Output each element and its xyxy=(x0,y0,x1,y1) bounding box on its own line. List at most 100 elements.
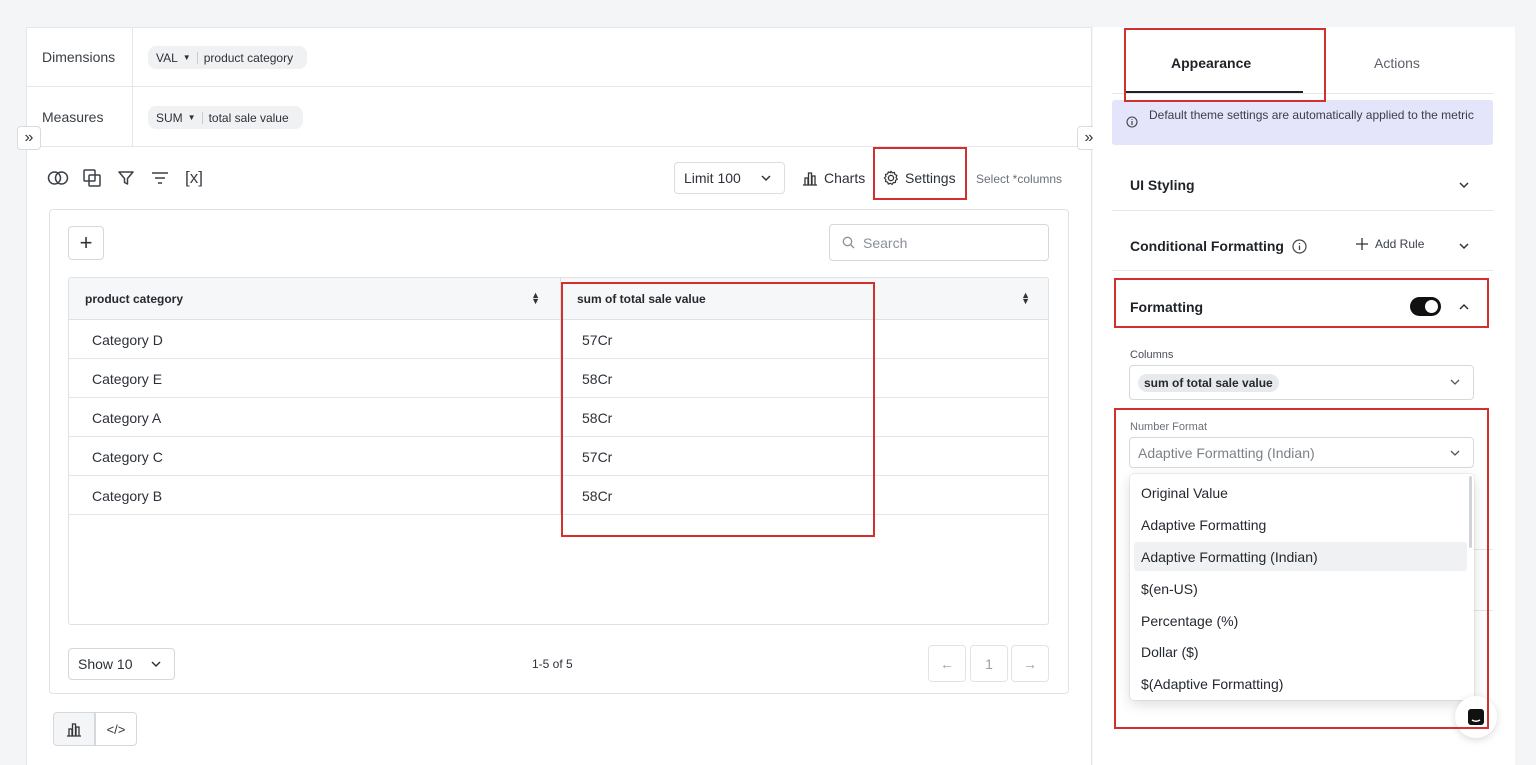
page-size-select[interactable]: Show 10 xyxy=(68,648,175,680)
settings-button[interactable]: Settings xyxy=(883,166,956,190)
section-divider xyxy=(1474,549,1493,550)
variable-icon[interactable]: [x] xyxy=(182,167,206,189)
next-page-icon[interactable]: → xyxy=(1011,645,1049,682)
dropdown-option[interactable]: Original Value xyxy=(1134,478,1467,507)
select-columns-link[interactable]: Select *columns xyxy=(976,172,1062,186)
table-row[interactable]: Category A 58Cr xyxy=(69,398,1048,437)
table-cell: Category A xyxy=(92,409,162,426)
chevron-up-icon[interactable] xyxy=(1458,302,1470,312)
dimension-pill[interactable]: VAL ▼ product category xyxy=(148,46,308,69)
column-header-label: product category xyxy=(85,291,184,306)
chat-support-button[interactable] xyxy=(1455,696,1497,738)
table-row[interactable]: Category C 57Cr xyxy=(69,437,1048,476)
measure-agg[interactable]: SUM xyxy=(156,111,183,125)
prev-page-icon[interactable]: ← xyxy=(928,645,966,682)
add-rule-button[interactable]: Add Rule xyxy=(1355,237,1424,251)
table-cell: Category C xyxy=(92,448,163,465)
selected-column-chip: sum of total sale value xyxy=(1138,374,1279,392)
info-icon xyxy=(1126,116,1138,128)
tab-divider xyxy=(1112,93,1493,94)
pagination-info: 1-5 of 5 xyxy=(532,657,573,671)
show-value: 10 xyxy=(116,656,133,672)
conditional-formatting-label: Conditional Formatting xyxy=(1130,238,1284,254)
plus-icon xyxy=(1355,237,1369,251)
search-input[interactable]: Search xyxy=(829,224,1049,261)
page-number[interactable]: 1 xyxy=(970,645,1008,682)
table-cell: Category B xyxy=(92,487,163,504)
settings-label: Settings xyxy=(905,170,956,186)
measures-label: Measures xyxy=(26,87,133,146)
dropdown-option[interactable]: $(Adaptive Formatting) xyxy=(1134,669,1467,698)
add-button[interactable]: + xyxy=(68,226,104,260)
chart-icon xyxy=(802,170,818,186)
section-divider xyxy=(1112,210,1493,211)
sort-icon[interactable]: ▲ ▼ xyxy=(531,291,540,306)
table-cell: 58Cr xyxy=(582,370,613,387)
formatting-header[interactable]: Formatting xyxy=(1130,299,1203,315)
dimension-field: product category xyxy=(203,50,294,65)
caret-down-icon[interactable]: ▼ xyxy=(188,113,196,122)
chevron-down-icon[interactable] xyxy=(1458,180,1470,190)
sort-icon[interactable]: ▲ ▼ xyxy=(1021,291,1030,306)
limit-label: Limit xyxy=(684,170,714,186)
column-header-sum-total-sale-value[interactable]: sum of total sale value ▲ ▼ xyxy=(560,278,1048,320)
number-format-select[interactable]: Adaptive Formatting (Indian) xyxy=(1129,437,1474,468)
dropdown-option-highlighted[interactable]: Adaptive Formatting (Indian) xyxy=(1134,542,1467,571)
info-icon[interactable] xyxy=(1292,238,1307,254)
tab-actions[interactable]: Actions xyxy=(1374,55,1420,71)
tab-appearance[interactable]: Appearance xyxy=(1171,55,1251,71)
chevron-down-icon[interactable] xyxy=(1458,241,1470,251)
columns-label: Columns xyxy=(1130,349,1174,361)
caret-down-icon[interactable]: ▼ xyxy=(183,53,191,62)
section-divider xyxy=(1112,270,1493,271)
charts-label: Charts xyxy=(824,170,866,186)
chevron-down-icon xyxy=(760,172,772,184)
gear-icon xyxy=(883,170,899,186)
measure-pill[interactable]: SUM ▼ total sale value xyxy=(148,106,303,129)
join-icon[interactable] xyxy=(47,167,69,189)
table-cell: 58Cr xyxy=(582,409,613,426)
data-table: product category ▲ ▼ sum of total sale va… xyxy=(68,277,1049,625)
formatting-toggle[interactable] xyxy=(1410,297,1441,316)
table-cell: Category E xyxy=(92,370,163,387)
dimensions-label: Dimensions xyxy=(26,27,133,86)
search-placeholder: Search xyxy=(863,234,908,251)
section-divider xyxy=(1474,610,1493,611)
column-header-label: sum of total sale value xyxy=(577,291,706,306)
ui-styling-header[interactable]: UI Styling xyxy=(1130,177,1195,193)
table-row[interactable]: Category D 57Cr xyxy=(69,320,1048,359)
column-header-product-category[interactable]: product category ▲ ▼ xyxy=(69,278,560,320)
table-cell: Category D xyxy=(92,331,163,348)
number-format-dropdown: Original Value Adaptive Formatting Adapt… xyxy=(1130,474,1474,700)
dimension-agg[interactable]: VAL xyxy=(156,51,178,65)
table-row[interactable]: Category E 58Cr xyxy=(69,359,1048,398)
limit-value: 100 xyxy=(717,170,741,186)
limit-select[interactable]: Limit 100 xyxy=(674,162,785,194)
number-format-value: Adaptive Formatting (Indian) xyxy=(1138,445,1315,461)
table-row[interactable]: Category B 58Cr xyxy=(69,476,1048,515)
sort-icon[interactable] xyxy=(149,167,171,189)
dropdown-option[interactable]: Dollar ($) xyxy=(1134,637,1467,666)
dropdown-scrollbar[interactable] xyxy=(1469,476,1472,548)
chevron-down-icon xyxy=(1449,447,1461,459)
conditional-formatting-header[interactable]: Conditional Formatting xyxy=(1130,238,1307,254)
chart-view-icon[interactable] xyxy=(53,712,95,746)
info-text: Default theme settings are automatically… xyxy=(1149,108,1474,122)
filter-icon[interactable] xyxy=(115,167,137,189)
dropdown-option[interactable]: Percentage (%) xyxy=(1134,606,1467,635)
copy-icon[interactable] xyxy=(81,167,103,189)
table-cell: 57Cr xyxy=(582,448,613,465)
pill-separator xyxy=(196,51,198,64)
show-label: Show xyxy=(78,656,114,672)
number-format-label: Number Format xyxy=(1130,421,1208,433)
dropdown-option[interactable]: $(en-US) xyxy=(1134,574,1467,603)
charts-button[interactable]: Charts xyxy=(802,166,865,190)
pill-separator xyxy=(201,111,203,124)
expand-left-icon[interactable]: » xyxy=(17,126,41,150)
code-view-icon[interactable]: </> xyxy=(95,712,137,746)
dropdown-option[interactable]: Adaptive Formatting xyxy=(1134,510,1467,539)
measures-row: Measures SUM ▼ total sale value xyxy=(26,87,1092,147)
table-cell: 58Cr xyxy=(582,487,613,504)
columns-select[interactable]: sum of total sale value xyxy=(1129,365,1474,400)
toggle-knob xyxy=(1425,300,1438,313)
